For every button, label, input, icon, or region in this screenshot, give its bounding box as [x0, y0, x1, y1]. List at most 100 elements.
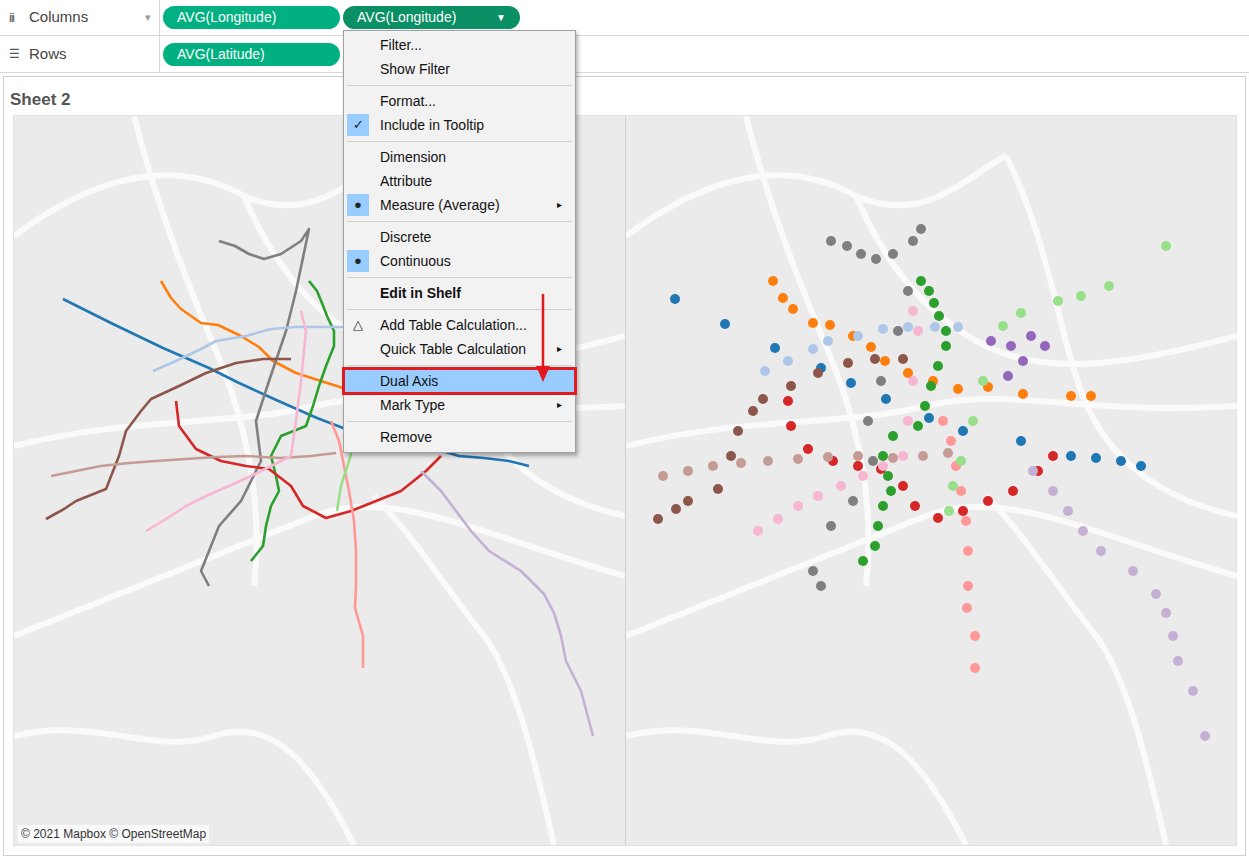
- station-dot[interactable]: [793, 454, 803, 464]
- station-dot[interactable]: [848, 496, 858, 506]
- station-dot[interactable]: [866, 342, 876, 352]
- station-dot[interactable]: [878, 451, 888, 461]
- station-dot[interactable]: [956, 456, 966, 466]
- station-dot[interactable]: [1128, 566, 1138, 576]
- station-dot[interactable]: [843, 358, 853, 368]
- station-dot[interactable]: [893, 326, 903, 336]
- station-dot[interactable]: [736, 458, 746, 468]
- station-dot[interactable]: [870, 354, 880, 364]
- station-dot[interactable]: [1104, 281, 1114, 291]
- station-dot[interactable]: [853, 331, 863, 341]
- station-dot[interactable]: [808, 318, 818, 328]
- station-dot[interactable]: [888, 453, 898, 463]
- station-dot[interactable]: [926, 381, 936, 391]
- station-dot[interactable]: [946, 436, 956, 446]
- station-dot[interactable]: [658, 471, 668, 481]
- station-dot[interactable]: [842, 241, 852, 251]
- station-dot[interactable]: [823, 336, 833, 346]
- station-dot[interactable]: [1028, 466, 1038, 476]
- station-dot[interactable]: [878, 461, 888, 471]
- station-dot[interactable]: [1136, 461, 1146, 471]
- menu-item[interactable]: Dimension: [344, 145, 575, 169]
- station-dot[interactable]: [1006, 341, 1016, 351]
- station-dot[interactable]: [1086, 391, 1096, 401]
- station-dot[interactable]: [683, 466, 693, 476]
- metro-line[interactable]: [201, 229, 309, 586]
- station-dot[interactable]: [793, 501, 803, 511]
- station-dot[interactable]: [788, 304, 798, 314]
- pill-area[interactable]: AVG(Longitude)AVG(Longitude)▼: [160, 6, 520, 29]
- menu-item[interactable]: ●Continuous: [344, 249, 575, 273]
- station-dot[interactable]: [871, 254, 881, 264]
- station-dot[interactable]: [1063, 506, 1073, 516]
- station-dot[interactable]: [863, 416, 873, 426]
- station-dot[interactable]: [941, 341, 951, 351]
- metro-line[interactable]: [331, 421, 363, 668]
- station-dot[interactable]: [853, 461, 863, 471]
- metro-line[interactable]: [251, 281, 334, 561]
- menu-item[interactable]: Format...: [344, 89, 575, 113]
- station-dot[interactable]: [998, 321, 1008, 331]
- station-dot[interactable]: [813, 368, 823, 378]
- station-dot[interactable]: [888, 249, 898, 259]
- station-dot[interactable]: [1003, 371, 1013, 381]
- metro-line[interactable]: [51, 453, 336, 476]
- station-dot[interactable]: [953, 384, 963, 394]
- station-dot[interactable]: [858, 556, 868, 566]
- station-dot[interactable]: [934, 311, 944, 321]
- station-dot[interactable]: [868, 456, 878, 466]
- station-dot[interactable]: [1091, 453, 1101, 463]
- menu-item[interactable]: Quick Table Calculation▸: [344, 337, 575, 361]
- map-pane[interactable]: [625, 116, 1236, 845]
- station-dot[interactable]: [720, 319, 730, 329]
- station-dot[interactable]: [978, 376, 988, 386]
- station-dot[interactable]: [1026, 331, 1036, 341]
- station-dot[interactable]: [825, 320, 835, 330]
- station-dot[interactable]: [808, 566, 818, 576]
- station-dot[interactable]: [913, 326, 923, 336]
- station-dot[interactable]: [846, 378, 856, 388]
- station-dot[interactable]: [856, 249, 866, 259]
- station-dot[interactable]: [898, 481, 908, 491]
- station-dot[interactable]: [878, 324, 888, 334]
- station-dot[interactable]: [1066, 391, 1076, 401]
- station-dot[interactable]: [783, 356, 793, 366]
- station-dot[interactable]: [944, 506, 954, 516]
- station-dot[interactable]: [916, 276, 926, 286]
- station-dot[interactable]: [880, 356, 890, 366]
- menu-item[interactable]: Mark Type▸: [344, 393, 575, 417]
- station-dot[interactable]: [770, 343, 780, 353]
- station-dot[interactable]: [898, 354, 908, 364]
- station-dot[interactable]: [713, 484, 723, 494]
- station-dot[interactable]: [653, 514, 663, 524]
- station-dot[interactable]: [786, 421, 796, 431]
- station-dot[interactable]: [826, 521, 836, 531]
- metro-line[interactable]: [146, 311, 306, 531]
- station-dot[interactable]: [778, 293, 788, 303]
- station-dot[interactable]: [1161, 241, 1171, 251]
- station-dot[interactable]: [786, 381, 796, 391]
- station-dot[interactable]: [963, 546, 973, 556]
- station-dot[interactable]: [670, 294, 680, 304]
- station-dot[interactable]: [773, 514, 783, 524]
- menu-item[interactable]: △Add Table Calculation...: [344, 313, 575, 337]
- station-dot[interactable]: [1040, 341, 1050, 351]
- station-dot[interactable]: [748, 406, 758, 416]
- station-dot[interactable]: [920, 401, 930, 411]
- station-dot[interactable]: [808, 344, 818, 354]
- station-dot[interactable]: [760, 366, 770, 376]
- pill-arrow[interactable]: ▼: [486, 10, 506, 25]
- station-dot[interactable]: [1161, 608, 1171, 618]
- station-dot[interactable]: [953, 322, 963, 332]
- station-dot[interactable]: [916, 224, 926, 234]
- pill-area[interactable]: AVG(Latitude): [160, 43, 340, 66]
- station-dot[interactable]: [671, 504, 681, 514]
- station-dot[interactable]: [823, 452, 833, 462]
- station-dot[interactable]: [753, 526, 763, 536]
- station-dot[interactable]: [903, 322, 913, 332]
- menu-item[interactable]: Remove: [344, 425, 575, 449]
- station-dot[interactable]: [876, 376, 886, 386]
- station-dot[interactable]: [1018, 356, 1028, 366]
- station-dot[interactable]: [962, 603, 972, 613]
- menu-item[interactable]: ✓Include in Tooltip: [344, 113, 575, 137]
